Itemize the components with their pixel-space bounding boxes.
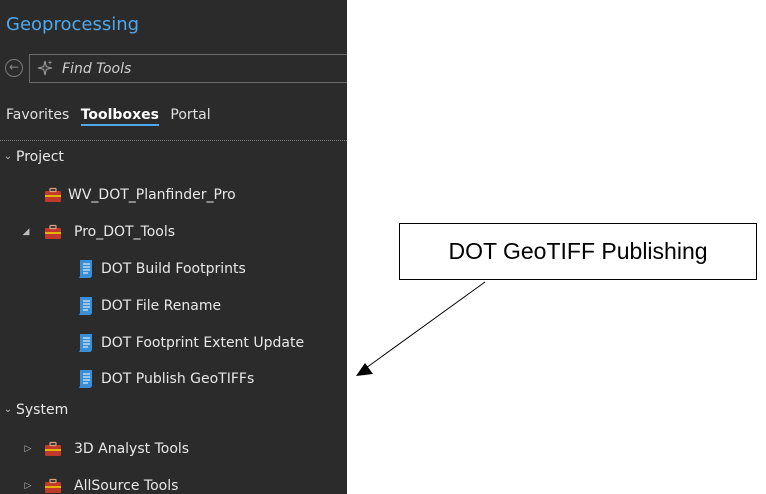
tree-item-pro-dot-tools[interactable]: ◢ Pro_DOT_Tools: [0, 220, 347, 244]
script-tool-icon: [78, 260, 92, 278]
tree-item-label: 3D Analyst Tools: [74, 441, 190, 457]
toolbox-icon: [45, 441, 61, 456]
annotation-arrow: [356, 281, 486, 376]
tool-label: DOT File Rename: [101, 298, 222, 314]
tool-dot-build-footprints[interactable]: DOT Build Footprints: [0, 257, 347, 281]
tool-label: DOT Publish GeoTIFFs: [101, 371, 255, 387]
chevron-down-icon[interactable]: ⌄: [2, 398, 14, 422]
divider: [0, 140, 347, 141]
toolbox-icon: [45, 224, 61, 239]
script-tool-icon: [78, 334, 92, 352]
find-tools-search[interactable]: [29, 54, 347, 83]
chevron-down-icon[interactable]: ⌄: [2, 145, 14, 169]
tool-dot-publish-geotiffs[interactable]: DOT Publish GeoTIFFs: [0, 367, 347, 391]
back-button[interactable]: ←: [5, 59, 23, 77]
tree-item-allsource-tools[interactable]: ▷ AllSource Tools: [0, 474, 347, 494]
collapsed-triangle-icon[interactable]: ▷: [22, 437, 34, 461]
sparkle-search-icon: [37, 60, 53, 76]
tree-group-label: Project: [16, 149, 64, 165]
back-arrow-icon: ←: [8, 60, 20, 74]
tool-label: DOT Build Footprints: [101, 261, 246, 277]
tree-group-system[interactable]: ⌄ System: [0, 398, 347, 422]
tree-group-project[interactable]: ⌄ Project: [0, 145, 347, 169]
tab-strip: Favorites Toolboxes Portal: [6, 107, 218, 126]
tree-item-label: Pro_DOT_Tools: [74, 224, 176, 240]
tool-dot-file-rename[interactable]: DOT File Rename: [0, 294, 347, 318]
geoprocessing-pane: Geoprocessing ← Favorites Toolboxes Port…: [0, 0, 347, 494]
pane-title: Geoprocessing: [6, 14, 140, 35]
tool-dot-footprint-extent-update[interactable]: DOT Footprint Extent Update: [0, 331, 347, 355]
tree-item-wv-dot-planfinder[interactable]: WV_DOT_Planfinder_Pro: [0, 183, 347, 207]
toolbox-icon: [45, 187, 61, 202]
tab-favorites[interactable]: Favorites: [6, 107, 69, 123]
expanded-triangle-icon[interactable]: ◢: [20, 220, 32, 244]
search-input[interactable]: [62, 55, 342, 82]
tab-toolboxes[interactable]: Toolboxes: [80, 107, 159, 126]
collapsed-triangle-icon[interactable]: ▷: [22, 474, 34, 494]
script-tool-icon: [78, 370, 92, 388]
tree-item-label: AllSource Tools: [74, 478, 179, 494]
tree-item-label: WV_DOT_Planfinder_Pro: [68, 187, 236, 203]
script-tool-icon: [78, 297, 92, 315]
tool-label: DOT Footprint Extent Update: [101, 335, 305, 351]
tree-group-label: System: [16, 402, 69, 418]
tree-item-3d-analyst-tools[interactable]: ▷ 3D Analyst Tools: [0, 437, 347, 461]
toolbox-icon: [45, 478, 61, 493]
tab-portal[interactable]: Portal: [170, 107, 210, 123]
